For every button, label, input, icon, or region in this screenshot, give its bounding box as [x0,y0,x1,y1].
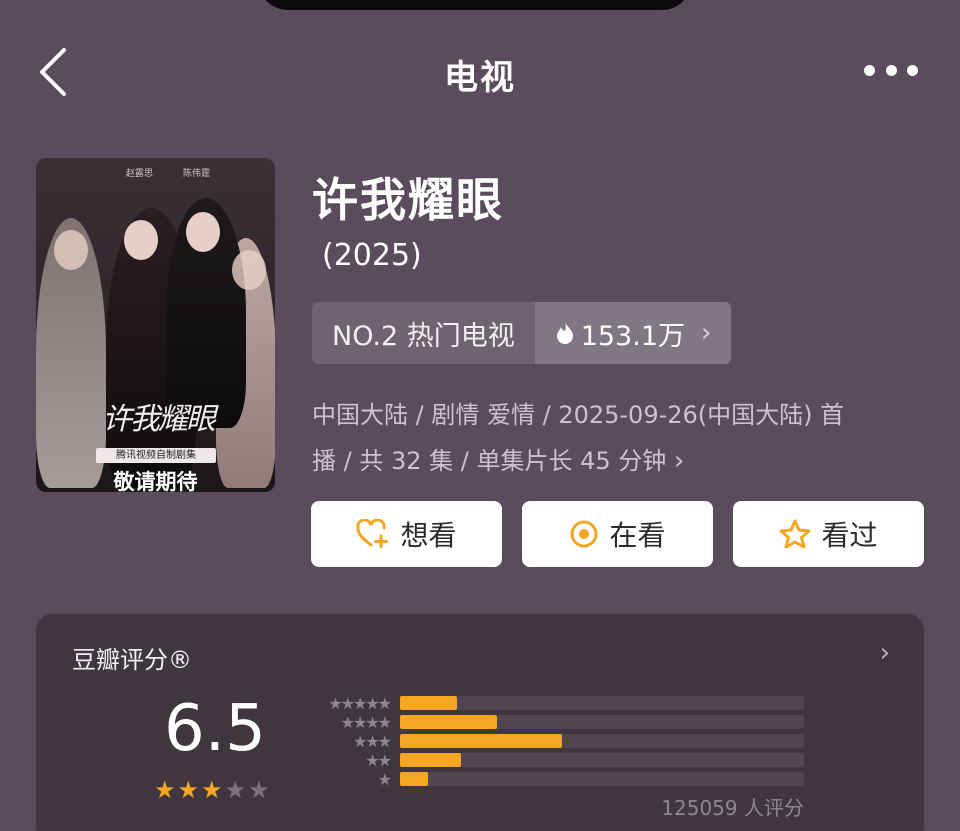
distribution-track [400,753,804,767]
score-star-icon: ★ [201,776,223,804]
distribution-bar [400,772,429,786]
distribution-track [400,696,804,710]
distribution-bar [400,696,457,710]
page-title: 电视 [444,58,516,98]
score-star-icon: ★ [154,776,176,804]
score-star-icon: ★ [177,776,200,804]
meta-line-2: 播 / 共 32 集 / 单集片长 45 分钟 › [312,446,685,476]
watching-button[interactable]: 在看 [522,501,713,567]
ranking-badge: NO.2 热门电视 153.1万 › [312,302,732,364]
score-stars: ★ ★ ★ ★ ★ [154,776,270,804]
want-to-watch-button[interactable]: 想看 [311,501,502,567]
poster-calligraphy-title: 许我耀眼 [102,402,216,437]
distribution-bar [400,753,461,767]
chevron-right-icon: › [701,318,712,348]
distribution-track [400,715,804,729]
distribution-bar [400,715,497,729]
distribution-stars-label: ★★★ [352,732,392,751]
distribution-stars-label: ★★ [365,751,392,770]
distribution-track [400,734,804,748]
meta-line-1: 中国大陆 / 剧情 爱情 / 2025-09-26(中国大陆) 首 [312,401,845,429]
chevron-right-icon[interactable]: › [880,638,890,668]
show-meta[interactable]: 中国大陆 / 剧情 爱情 / 2025-09-26(中国大陆) 首 播 / 共 … [312,392,912,484]
douban-rating-card[interactable]: 豆瓣评分® › 6.5 ★ ★ ★ ★ ★ ★★★★★ ★★★★ ★★★ ★★ ★ 125059… [36,614,924,831]
action-buttons: 想看 在看 看过 [311,501,924,567]
raters-count: 125059 人评分 [661,796,804,820]
show-title: 许我耀眼 [312,173,504,227]
heat-value: 153.1万 [580,320,685,352]
target-icon [570,520,598,548]
distribution-stars-label: ★ [377,770,392,789]
more-dots-icon[interactable] [864,62,918,78]
navigation-bar: 电视 [0,40,960,104]
flame-icon [556,322,573,344]
distribution-track [400,772,804,786]
want-to-watch-label: 想看 [400,519,457,552]
distribution-bar [400,734,562,748]
star-outline-icon [779,519,811,549]
chevron-right-icon: › [673,446,685,476]
rating-score: 6.5 [164,692,266,766]
poster-strip-text: 腾讯视频自制剧集 [96,448,216,463]
device-notch [258,0,692,10]
watching-label: 在看 [609,519,666,552]
score-star-icon: ★ [248,776,270,804]
poster-coming-soon: 敬请期待 [113,470,198,492]
distribution-stars-label: ★★★★★ [328,694,392,713]
watched-label: 看过 [821,519,878,552]
poster-cast-names: 赵露思 陈伟霆 [126,169,211,179]
poster-image[interactable]: 赵露思 陈伟霆 许我耀眼 腾讯视频自制剧集 敬请期待 [36,158,275,492]
watched-button[interactable]: 看过 [733,501,924,567]
distribution-stars-label: ★★★★ [340,713,392,732]
show-year: (2025) [322,238,422,273]
heart-plus-icon [356,519,389,549]
score-star-icon: ★ [224,776,247,804]
rating-title: 豆瓣评分® [72,646,192,674]
rank-label[interactable]: NO.2 热门电视 [312,302,535,364]
heat-button[interactable]: 153.1万 › [534,302,732,364]
